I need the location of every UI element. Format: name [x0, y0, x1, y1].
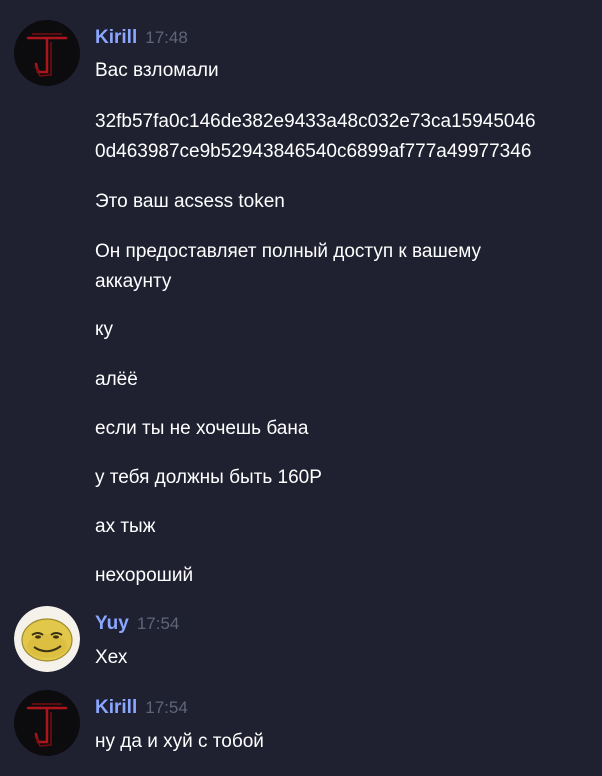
message-text: 32fb57fa0c146de382e9433a48c032e73ca15945… — [95, 111, 536, 132]
message-text: ку — [95, 319, 114, 340]
timestamp: 17:54 — [136, 614, 180, 633]
author-name[interactable]: Yuy — [95, 613, 129, 634]
red-j-logo-icon — [14, 20, 80, 86]
red-j-logo-icon — [14, 690, 80, 756]
message-text: аккаунту — [95, 271, 172, 292]
message-text: Вас взломали — [95, 60, 219, 81]
message-text: 0d463987ce9b52943846540c6899af777a499773… — [95, 141, 532, 162]
message-text: у тебя должны быть 160Р — [95, 467, 322, 488]
message-text: Это ваш acsess token — [95, 191, 285, 212]
message-text: если ты не хочешь бана — [95, 418, 309, 439]
avatar-kirill[interactable] — [14, 20, 80, 86]
smug-face-icon — [14, 606, 80, 672]
author-name[interactable]: Kirill — [95, 27, 137, 48]
message-text: Он предоставляет полный доступ к вашему — [95, 241, 482, 262]
message-text: ах тыж — [95, 516, 156, 537]
timestamp: 17:54 — [145, 698, 188, 717]
message-text: нехороший — [95, 565, 194, 586]
avatar-kirill[interactable] — [14, 690, 80, 756]
avatar-yuy[interactable] — [14, 606, 80, 672]
timestamp: 17:48 — [145, 28, 188, 47]
message-text: алёё — [95, 369, 138, 390]
author-name[interactable]: Kirill — [95, 697, 137, 718]
message-text: Хех — [95, 647, 128, 668]
message-text: ну да и хуй с тобой — [95, 731, 264, 752]
